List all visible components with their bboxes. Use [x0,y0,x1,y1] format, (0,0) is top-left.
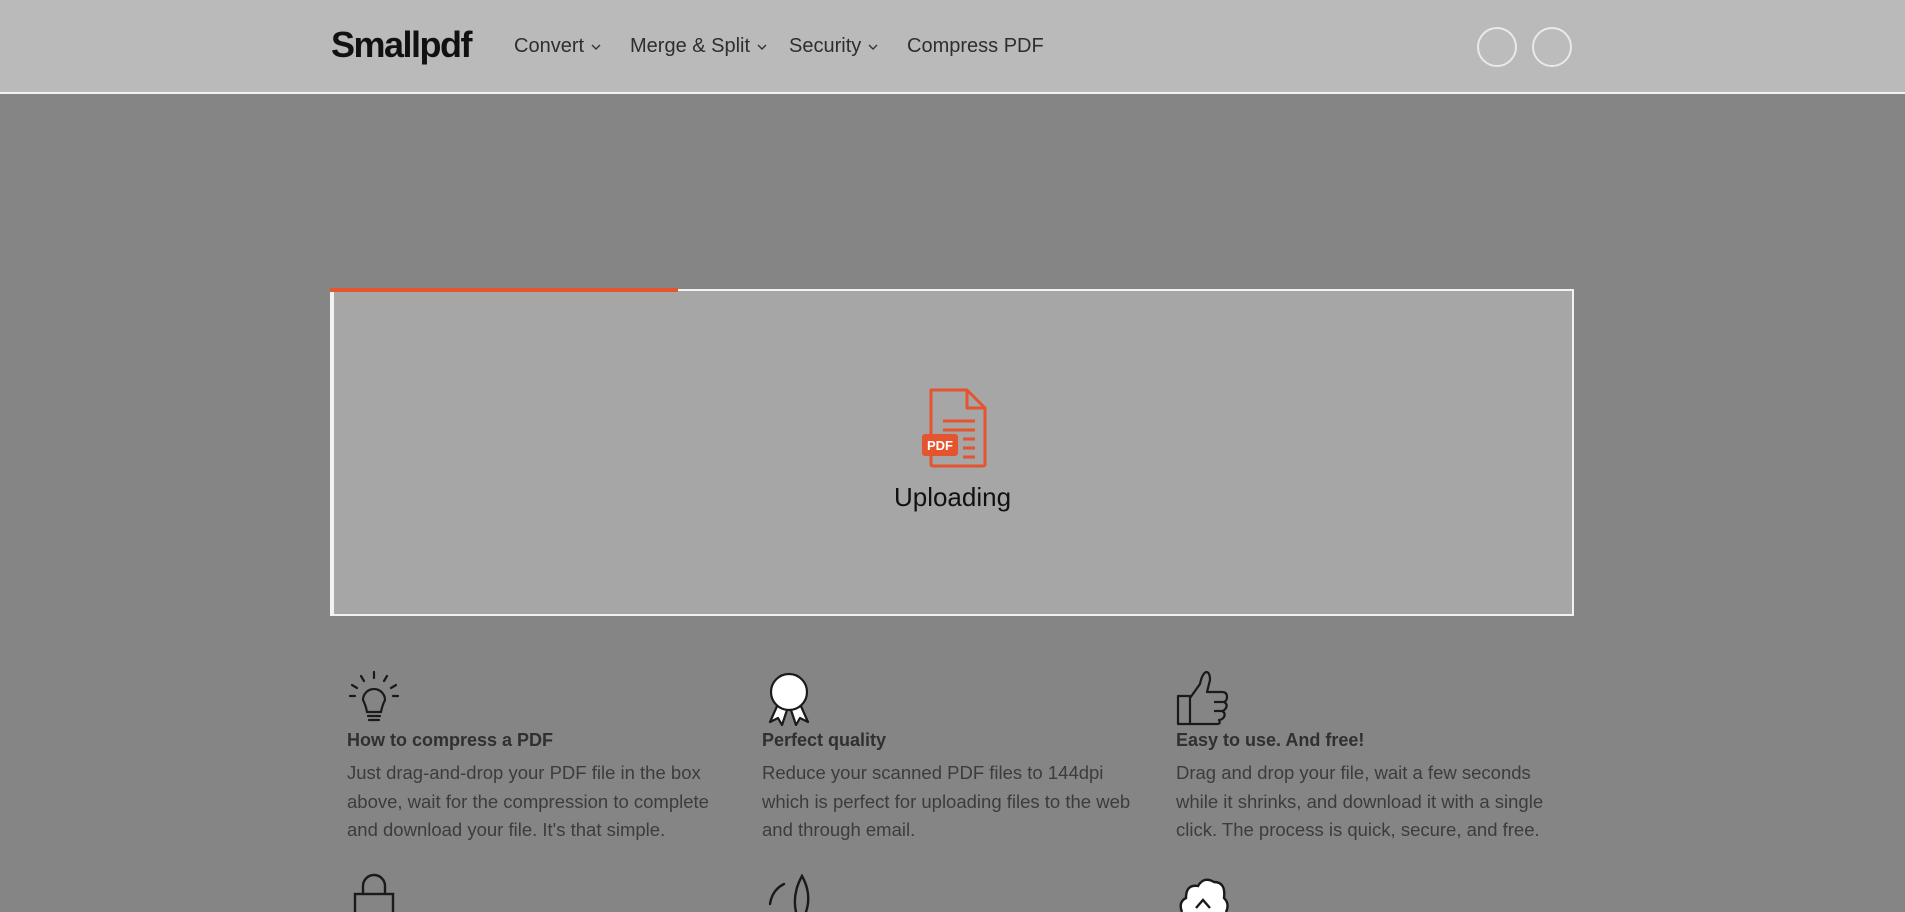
nav-merge-split-label: Merge & Split [630,35,751,57]
nav-security-label: Security [789,35,862,57]
chevron-down-icon [591,44,601,50]
cloud-icon [1179,878,1229,912]
feature-easy-to-use: Easy to use. And free! Drag and drop you… [1176,670,1566,845]
feature-line: while it shrinks, and download it with a… [1176,790,1544,812]
nav-compress-pdf-label: Compress PDF [907,35,1044,57]
feature-line: Drag and drop your file, wait a few seco… [1176,762,1531,783]
thumbs-up-icon [1176,670,1229,726]
feature-title: Perfect quality [762,730,887,750]
feature-line: above, wait for the compression to compl… [347,790,709,812]
feature-line: Reduce your scanned PDF files to 144dpi [762,762,1104,783]
pdf-badge-label: PDF [927,438,953,453]
feature-description: Drag and drop your file, wait a few seco… [1176,759,1566,845]
chevron-down-icon [757,44,767,50]
feature-line: which is perfect for uploading files to … [762,790,1131,812]
smallpdf-logo[interactable]: Smallpdf [331,24,473,66]
chevron-down-icon [868,44,878,50]
feature-line: and download your file. It's that simple… [347,819,666,840]
award-ribbon-icon [768,672,810,726]
app-menu-button[interactable] [1532,27,1572,67]
nav-compress-pdf[interactable]: Compress PDF [907,35,1044,58]
lock-icon [353,873,395,912]
feature-description: Reduce your scanned PDF files to 144dpi … [762,759,1152,845]
feature-title: Easy to use. And free! [1176,730,1365,750]
nav-merge-split[interactable]: Merge & Split [630,35,768,58]
feature-line: click. The process is quick, secure, and… [1176,819,1540,840]
feature-line: and through email. [762,819,916,840]
user-menu-button[interactable] [1477,27,1517,67]
feature-how-to: How to compress a PDF Just drag-and-drop… [347,670,737,845]
pdf-file-icon: PDF [922,388,987,468]
top-navbar: Smallpdf Convert Merge & Split Security … [0,0,1905,94]
feature-title: How to compress a PDF [347,730,554,750]
feature-description: Just drag-and-drop your PDF file in the … [347,759,737,845]
upload-progress-bar [330,288,679,292]
feature-perfect-quality: Perfect quality Reduce your scanned PDF … [762,670,1152,845]
nav-convert[interactable]: Convert [514,35,602,58]
feature-line: Just drag-and-drop your PDF file in the … [347,762,701,783]
upload-status-text: Uploading [893,482,1012,512]
lightbulb-icon [348,670,400,722]
feather-icon [768,873,810,912]
nav-convert-label: Convert [514,35,585,57]
nav-security[interactable]: Security [789,35,879,58]
